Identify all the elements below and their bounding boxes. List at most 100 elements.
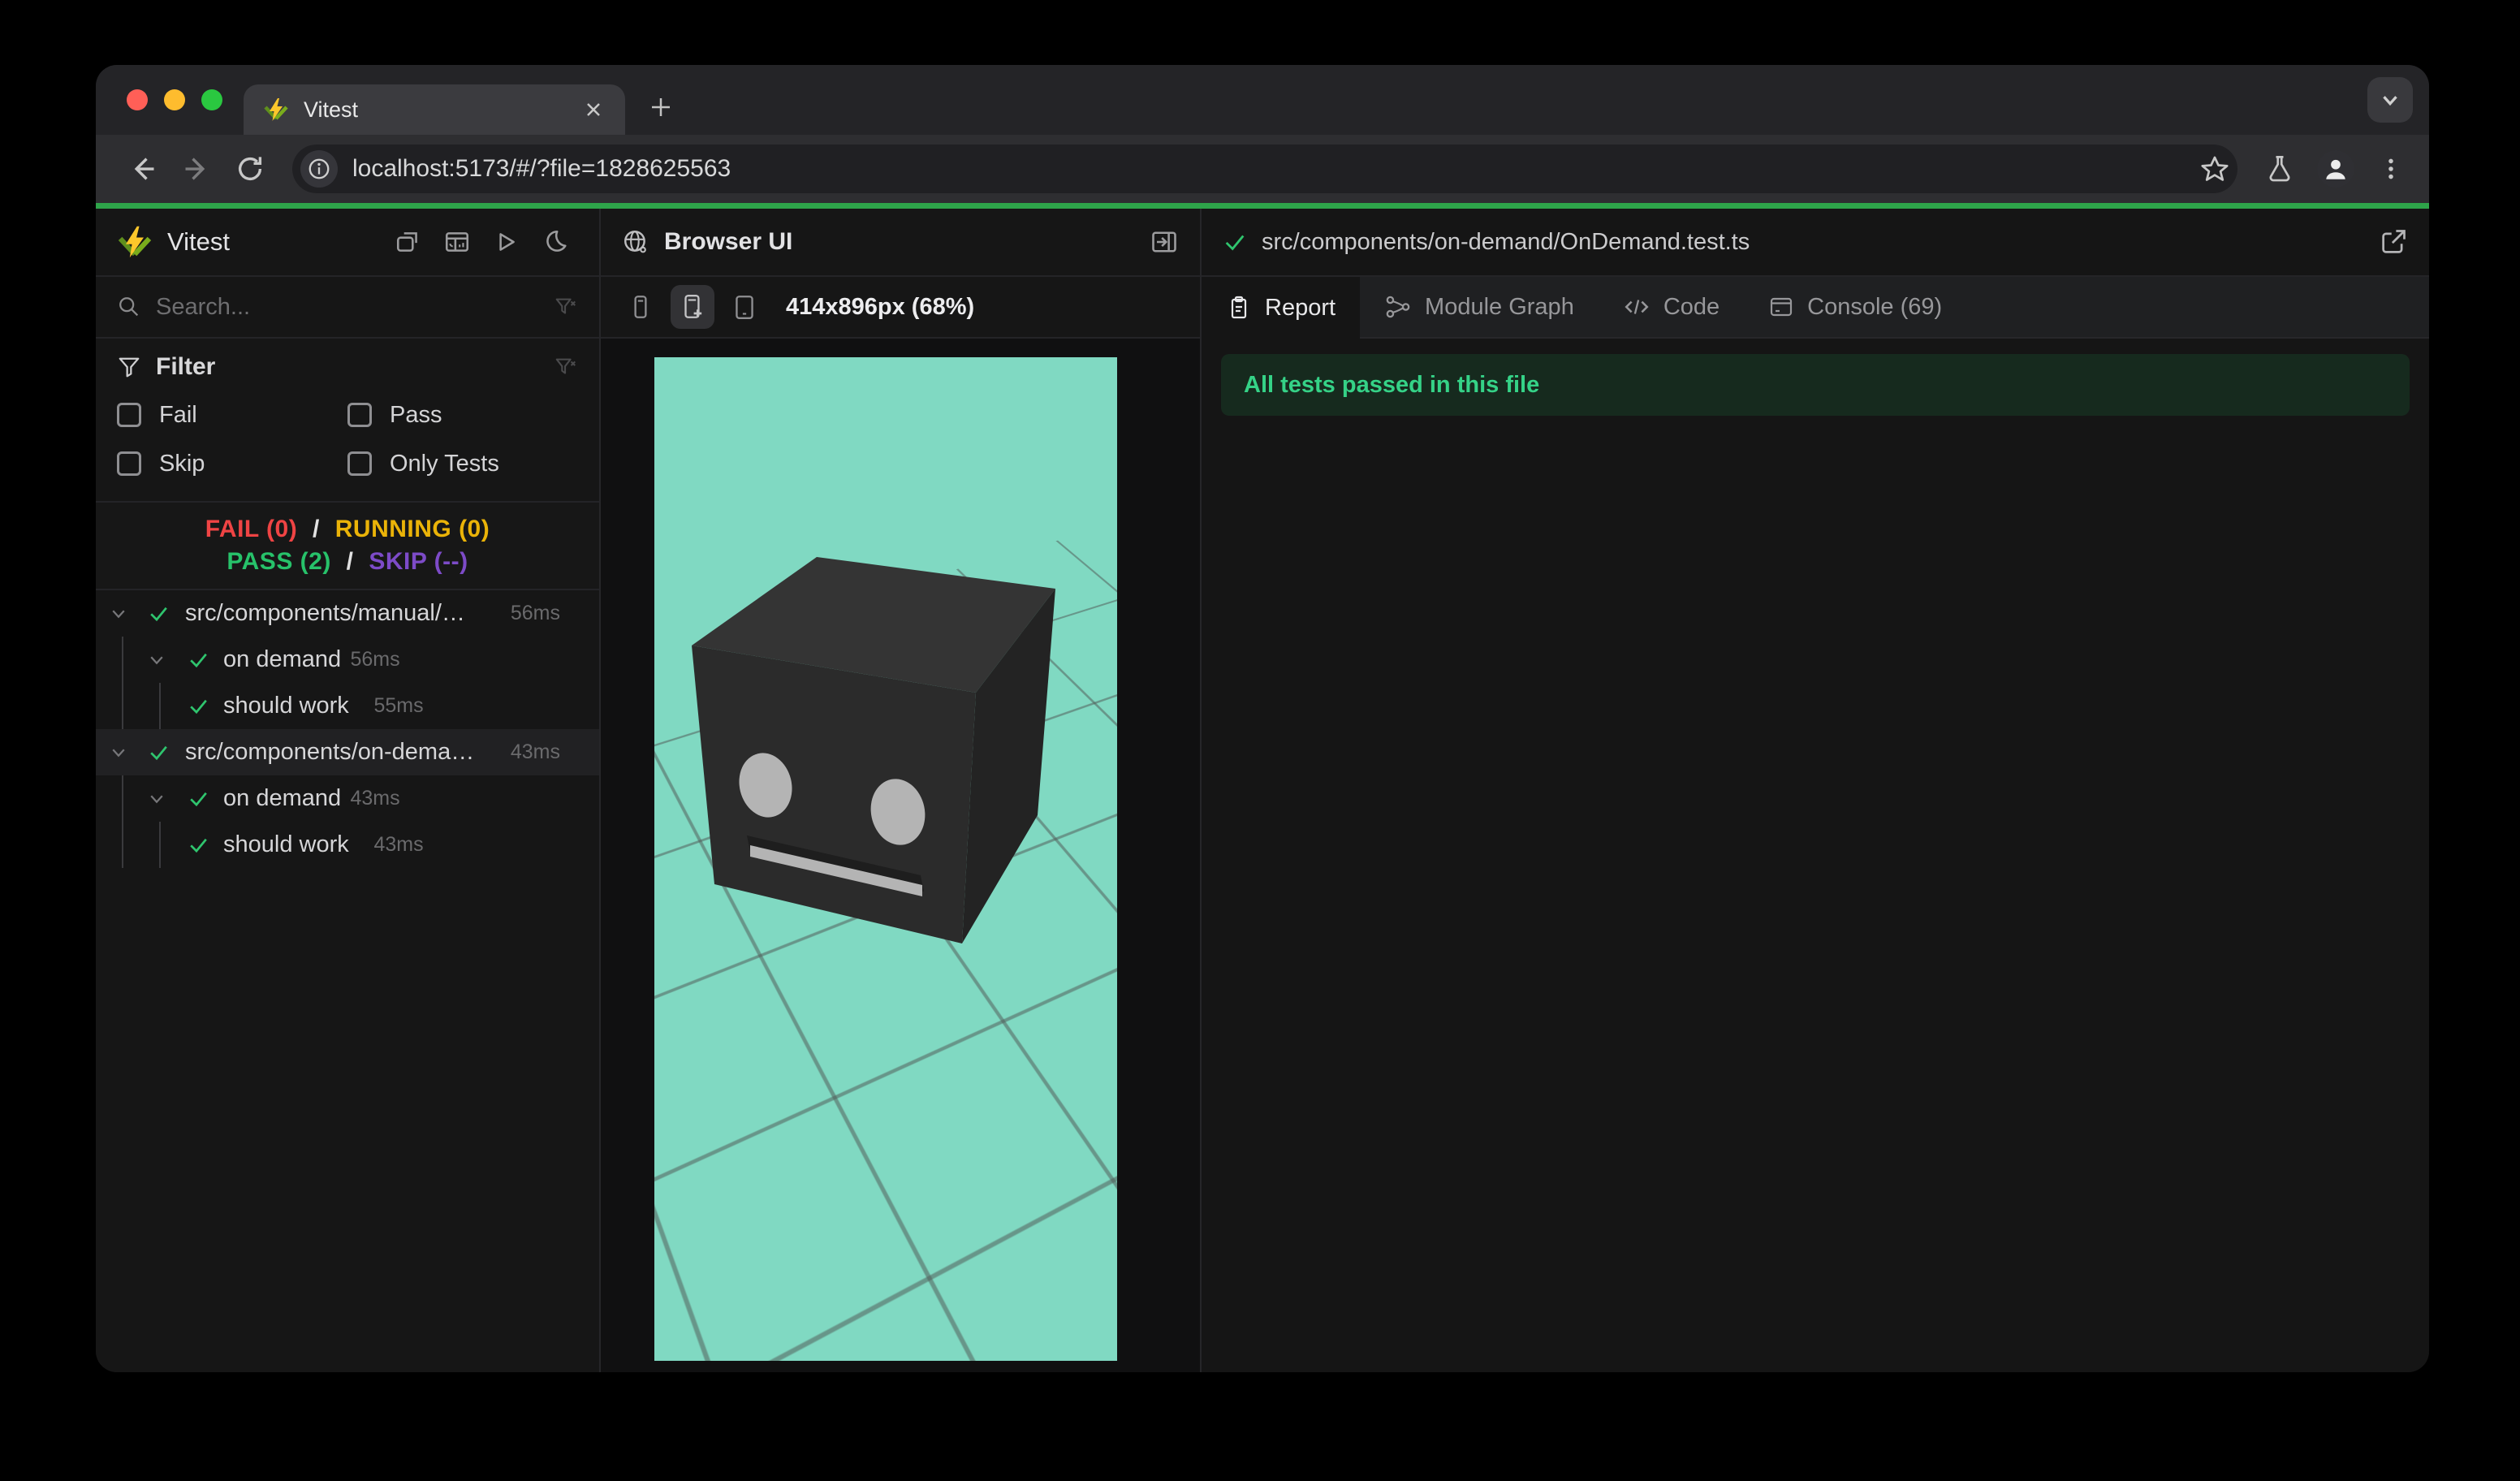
pass-check-icon	[148, 602, 170, 624]
dark-mode-moon-icon[interactable]	[541, 228, 568, 256]
device-tablet-button[interactable]	[723, 285, 766, 329]
checkbox[interactable]	[347, 451, 372, 476]
open-in-editor-icon[interactable]	[2379, 227, 2408, 257]
expand-chevron-icon[interactable]	[147, 650, 166, 670]
checkbox[interactable]	[117, 451, 141, 476]
bookmark-star-icon[interactable]	[2200, 154, 2229, 184]
results-tabbar: Report Module Graph Code Console (69)	[1202, 277, 2429, 339]
app-viewport[interactable]	[654, 357, 1117, 1361]
device-toolbar: 414x896px (68%)	[601, 277, 1200, 339]
status-running: RUNNING (0)	[334, 516, 490, 542]
search-input[interactable]	[156, 293, 539, 321]
tab-code[interactable]: Code	[1599, 277, 1744, 337]
sidebar-actions	[395, 228, 568, 256]
checkbox[interactable]	[117, 403, 141, 427]
filter-checkbox-skip[interactable]: Skip	[117, 439, 347, 488]
test-label: on demand	[223, 785, 342, 811]
code-icon	[1623, 293, 1651, 321]
checkbox[interactable]	[347, 403, 372, 427]
globe-icon	[622, 228, 649, 256]
vitest-logo-icon	[117, 224, 153, 260]
test-case-row[interactable]: should work 55ms	[96, 683, 599, 729]
tree-guide	[122, 683, 123, 729]
checkbox-label: Only Tests	[390, 450, 499, 477]
test-file-row[interactable]: src/components/on-dema… 43ms	[96, 729, 599, 775]
test-duration: 43ms	[510, 740, 560, 763]
forward-icon[interactable]	[174, 146, 219, 192]
status-sep: /	[339, 548, 361, 575]
preview-header: Browser UI	[601, 209, 1200, 277]
device-phone-small-button[interactable]	[619, 285, 662, 329]
status-line-1: FAIL (0) / RUNNING (0)	[205, 516, 490, 543]
reload-icon[interactable]	[227, 146, 273, 192]
menu-kebab-icon[interactable]	[2377, 155, 2405, 183]
test-suite-row[interactable]: on demand 56ms	[96, 637, 599, 683]
status-fail: FAIL (0)	[205, 516, 298, 542]
test-label: on demand	[223, 646, 342, 672]
results-header: src/components/on-demand/OnDemand.test.t…	[1202, 209, 2429, 277]
tab-search-button[interactable]	[2367, 77, 2413, 123]
expand-chevron-icon[interactable]	[147, 789, 166, 809]
browser-preview-panel: Browser UI 414x896px (68%)	[601, 209, 1202, 1372]
filter-funnel-icon	[117, 355, 141, 379]
test-suite-row[interactable]: on demand 43ms	[96, 775, 599, 822]
expand-chevron-icon[interactable]	[109, 604, 128, 624]
preview-stage	[601, 339, 1200, 1372]
dashboard-icon[interactable]	[443, 228, 471, 256]
test-duration: 43ms	[350, 787, 400, 810]
checkbox-label: Skip	[159, 450, 205, 477]
test-label: should work	[223, 831, 349, 857]
filter-header: Filter	[117, 343, 578, 391]
tab-title: Vitest	[304, 97, 359, 122]
site-info-icon[interactable]	[300, 150, 338, 188]
filter-section: Filter Fail Pass Skip Only Tests	[96, 339, 599, 501]
checkbox-label: Pass	[390, 401, 442, 428]
test-label: src/components/on-dema…	[185, 739, 475, 765]
test-label: should work	[223, 693, 349, 719]
clear-filter-icon[interactable]	[554, 355, 578, 379]
test-case-row[interactable]: should work 43ms	[96, 822, 599, 868]
filter-checkbox-only-tests[interactable]: Only Tests	[347, 439, 578, 488]
test-duration: 56ms	[350, 648, 400, 671]
app-title: Vitest	[167, 227, 230, 256]
vitest-favicon-icon	[263, 97, 289, 123]
new-tab-button[interactable]	[648, 94, 674, 120]
minimize-window-button[interactable]	[164, 89, 185, 110]
tree-guide	[122, 822, 123, 868]
back-icon[interactable]	[120, 146, 166, 192]
close-window-button[interactable]	[127, 89, 148, 110]
test-tree: src/components/manual/… 56ms on demand 56ms…	[96, 590, 599, 868]
sidebar: Vitest Search... Filter Fail Pass Skip O…	[96, 209, 601, 1372]
tab-report[interactable]: Report	[1202, 277, 1361, 339]
chrome-actions	[2265, 150, 2405, 188]
pass-check-icon	[188, 649, 209, 671]
test-file-row[interactable]: src/components/manual/… 56ms	[96, 590, 599, 637]
run-all-play-icon[interactable]	[492, 228, 520, 256]
experiments-flask-icon[interactable]	[2265, 154, 2294, 184]
address-bar[interactable]: localhost:5173/#/?file=1828625563	[292, 145, 2237, 193]
search-row	[96, 277, 599, 339]
graph-icon	[1384, 293, 1412, 321]
pass-check-icon	[188, 788, 209, 810]
tab-module-graph[interactable]: Module Graph	[1360, 277, 1599, 337]
test-label: src/components/manual/…	[185, 600, 465, 626]
device-phone-plus-button[interactable]	[671, 285, 714, 329]
collapse-panels-icon[interactable]	[395, 228, 422, 256]
clear-search-filter-icon[interactable]	[554, 295, 578, 319]
console-icon	[1768, 294, 1794, 320]
profile-avatar[interactable]	[2317, 150, 2354, 188]
browser-window: Vitest localhost:5173/#/?file=1828625563	[96, 65, 2429, 1372]
close-tab-icon[interactable]	[581, 97, 606, 122]
filter-checkbox-pass[interactable]: Pass	[347, 391, 578, 439]
tab-console-69[interactable]: Console (69)	[1744, 277, 1966, 337]
test-duration: 43ms	[373, 833, 424, 856]
url-text[interactable]: localhost:5173/#/?file=1828625563	[352, 155, 2186, 183]
status-skip: SKIP (--)	[369, 548, 468, 575]
open-panel-right-icon[interactable]	[1150, 227, 1179, 257]
maximize-window-button[interactable]	[201, 89, 222, 110]
filter-checkbox-fail[interactable]: Fail	[117, 391, 347, 439]
browser-tab[interactable]: Vitest	[244, 84, 625, 135]
expand-chevron-icon[interactable]	[109, 743, 128, 762]
tab-label: Code	[1663, 293, 1720, 320]
tree-guide	[122, 775, 123, 822]
